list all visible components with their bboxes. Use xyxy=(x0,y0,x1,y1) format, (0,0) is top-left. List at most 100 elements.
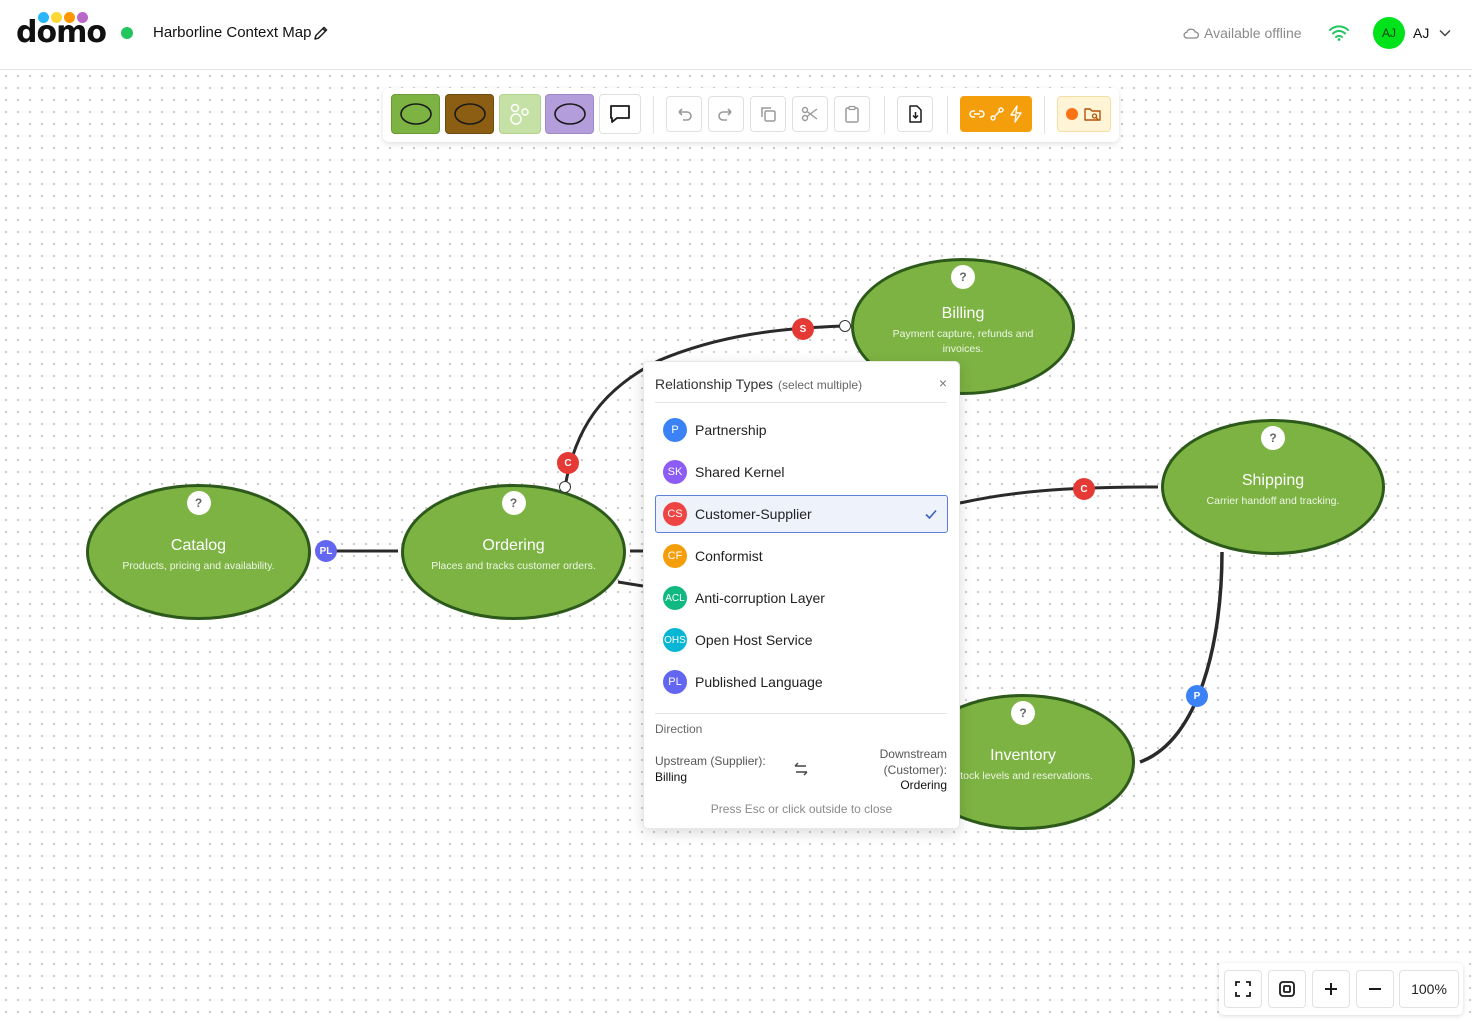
tool-bounded-context-green[interactable] xyxy=(391,94,440,134)
chevron-down-icon[interactable] xyxy=(1438,27,1452,39)
undo-button[interactable] xyxy=(666,96,702,132)
recording-folder-button[interactable] xyxy=(1057,96,1111,132)
domo-logo[interactable]: domo xyxy=(16,10,107,50)
main-toolbar xyxy=(383,88,1119,142)
swap-direction-icon[interactable] xyxy=(793,761,809,777)
edge-handle[interactable] xyxy=(559,481,571,493)
user-name[interactable]: AJ xyxy=(1413,25,1429,41)
partnership-icon: P xyxy=(663,418,687,442)
redo-icon xyxy=(718,108,732,121)
help-icon[interactable]: ? xyxy=(186,491,211,515)
checkmark-icon xyxy=(925,509,937,520)
wifi-icon xyxy=(1329,25,1349,41)
cloud-icon xyxy=(1183,28,1199,39)
available-offline-indicator: Available offline xyxy=(1183,25,1302,41)
tool-external-system[interactable] xyxy=(545,94,594,134)
context-node-shipping[interactable]: ? Shipping Carrier handoff and tracking. xyxy=(1161,419,1385,555)
relationship-badge[interactable]: PL xyxy=(315,540,337,562)
fullscreen-button[interactable] xyxy=(1224,970,1262,1008)
upstream-label: Upstream (Supplier): xyxy=(655,754,766,768)
minus-icon xyxy=(1369,988,1381,990)
ellipse-icon xyxy=(453,103,486,125)
relationship-badge[interactable]: C xyxy=(1073,478,1095,500)
divider xyxy=(655,713,947,714)
option-label: Anti-corruption Layer xyxy=(695,590,825,606)
relationship-types-popover: Relationship Types (select multiple) × P … xyxy=(643,361,960,829)
toolbar-separator xyxy=(1044,96,1045,134)
option-label: Open Host Service xyxy=(695,632,813,648)
offline-label: Available offline xyxy=(1204,25,1302,41)
edge-to-shipping xyxy=(959,485,1159,505)
relationship-option-open-host-service[interactable]: OHS Open Host Service xyxy=(655,621,948,659)
node-title: Shipping xyxy=(1241,472,1305,489)
close-hint: Press Esc or click outside to close xyxy=(710,802,893,816)
downstream-label: Downstream (Customer): xyxy=(879,747,947,777)
export-icon xyxy=(909,105,922,123)
open-host-service-icon: OHS xyxy=(663,628,687,652)
relationship-option-published-language[interactable]: PL Published Language xyxy=(655,663,948,701)
paste-icon xyxy=(845,105,859,123)
relationship-badge[interactable]: S xyxy=(792,318,814,340)
pencil-icon[interactable] xyxy=(312,24,330,42)
toolbar-separator xyxy=(947,96,948,134)
fullscreen-icon xyxy=(1235,981,1251,997)
node-description: Payment capture, refunds and invoices. xyxy=(892,328,1034,355)
published-language-icon: PL xyxy=(663,670,687,694)
help-icon[interactable]: ? xyxy=(1011,701,1035,725)
toolbar-separator xyxy=(884,96,885,134)
export-button[interactable] xyxy=(897,96,933,132)
relationship-option-conformist[interactable]: CF Conformist xyxy=(655,537,948,575)
user-avatar[interactable]: AJ xyxy=(1373,17,1405,49)
tool-comment[interactable] xyxy=(599,94,641,134)
help-icon[interactable]: ? xyxy=(1261,426,1285,450)
zoom-level[interactable]: 100% xyxy=(1399,970,1459,1008)
link-icon xyxy=(969,110,985,118)
relationship-tool-button[interactable] xyxy=(960,96,1032,132)
ellipse-icon xyxy=(553,103,586,125)
relationship-badge[interactable]: P xyxy=(1186,685,1208,707)
relationship-option-partnership[interactable]: P Partnership xyxy=(655,411,948,449)
zoom-in-button[interactable] xyxy=(1312,970,1350,1008)
node-description: Places and tracks customer orders. xyxy=(431,560,596,572)
speech-bubble-icon xyxy=(610,105,630,123)
anti-corruption-layer-icon: ACL xyxy=(663,586,687,610)
sync-status-dot xyxy=(121,27,133,39)
lightning-icon xyxy=(1010,105,1022,123)
help-icon[interactable]: ? xyxy=(951,265,975,289)
customer-supplier-icon: CS xyxy=(663,502,687,526)
zoom-out-button[interactable] xyxy=(1356,970,1394,1008)
ellipse-icon xyxy=(399,103,432,125)
direction-heading: Direction xyxy=(655,722,703,736)
tool-aggregate-cluster[interactable] xyxy=(499,94,541,134)
node-title: Ordering xyxy=(482,537,545,554)
edge-handle[interactable] xyxy=(839,320,851,332)
context-node-ordering[interactable]: ? Ordering Places and tracks customer or… xyxy=(401,484,626,620)
relationship-badge[interactable]: C xyxy=(557,452,579,474)
option-label: Customer-Supplier xyxy=(695,506,812,522)
help-icon[interactable]: ? xyxy=(501,491,526,515)
context-node-catalog[interactable]: ? Catalog Products, pricing and availabi… xyxy=(86,484,311,620)
connector-icon xyxy=(990,107,1004,121)
close-icon[interactable]: × xyxy=(939,375,947,391)
copy-button[interactable] xyxy=(750,96,786,132)
relationship-option-shared-kernel[interactable]: SK Shared Kernel xyxy=(655,453,948,491)
fit-view-button[interactable] xyxy=(1268,970,1306,1008)
divider xyxy=(655,402,947,403)
paste-button[interactable] xyxy=(834,96,870,132)
fit-view-icon xyxy=(1279,981,1295,997)
redo-button[interactable] xyxy=(708,96,744,132)
document-title[interactable]: Harborline Context Map xyxy=(153,24,311,41)
popover-subtitle: (select multiple) xyxy=(778,378,863,392)
shared-kernel-icon: SK xyxy=(663,460,687,484)
relationship-option-anti-corruption-layer[interactable]: ACL Anti-corruption Layer xyxy=(655,579,948,617)
option-label: Published Language xyxy=(695,674,823,690)
upstream-value: Billing xyxy=(655,770,688,784)
option-label: Shared Kernel xyxy=(695,464,785,480)
relationship-option-customer-supplier[interactable]: CS Customer-Supplier xyxy=(655,495,948,533)
cut-button[interactable] xyxy=(792,96,828,132)
tool-bounded-context-brown[interactable] xyxy=(445,94,494,134)
toolbar-separator xyxy=(653,96,654,134)
option-label: Conformist xyxy=(695,548,763,564)
cut-icon xyxy=(801,106,818,122)
option-label: Partnership xyxy=(695,422,767,438)
